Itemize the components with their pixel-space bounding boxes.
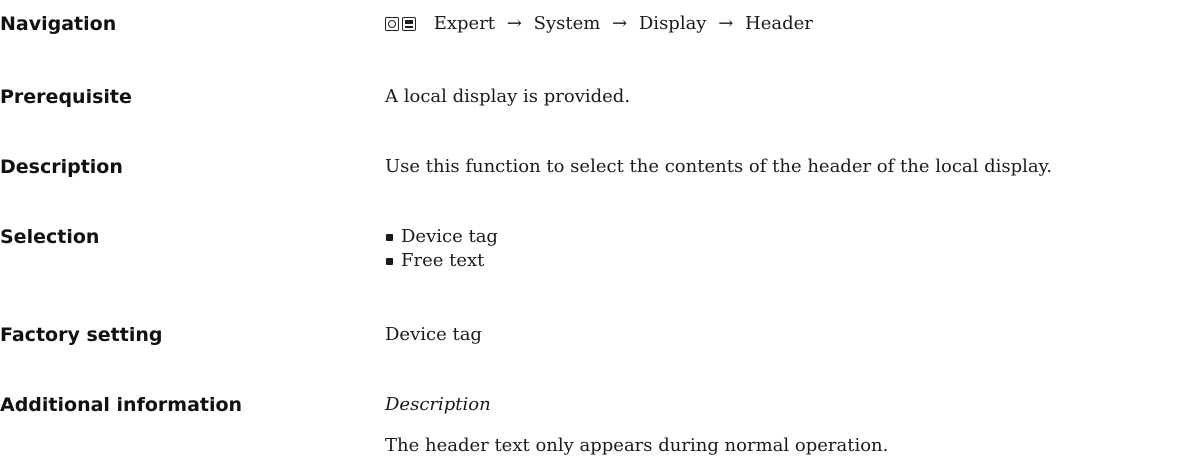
factory-setting-label: Factory setting — [0, 324, 163, 346]
keypad-icon — [385, 17, 399, 31]
nav-step-4: Header — [745, 13, 813, 34]
selection-label: Selection — [0, 226, 100, 248]
nav-step-2: System — [533, 13, 601, 34]
nav-step-3: Display — [638, 13, 707, 34]
prerequisite-label: Prerequisite — [0, 86, 132, 108]
list-item: Free text — [385, 249, 498, 273]
display-icon — [402, 17, 416, 31]
additional-information-text: The header text only appears during norm… — [385, 435, 889, 456]
factory-setting-value: Device tag — [385, 324, 482, 345]
nav-icons — [385, 17, 416, 31]
nav-arrow-icon: → — [506, 13, 522, 34]
selection-options: Device tag Free text — [385, 225, 498, 273]
prerequisite-value: A local display is provided. — [385, 86, 631, 107]
nav-arrow-icon: → — [612, 13, 628, 34]
additional-information-label: Additional information — [0, 394, 243, 416]
list-item: Device tag — [385, 225, 498, 249]
nav-step-1: Expert — [433, 13, 496, 34]
description-value: Use this function to select the contents… — [385, 156, 1053, 177]
nav-arrow-icon: → — [718, 13, 734, 34]
additional-information-subheading: Description — [385, 394, 491, 415]
navigation-label: Navigation — [0, 13, 117, 35]
selection-list: Device tag Free text — [385, 225, 498, 273]
navigation-path: Expert → System → Display → Header — [385, 12, 813, 36]
description-label: Description — [0, 156, 123, 178]
